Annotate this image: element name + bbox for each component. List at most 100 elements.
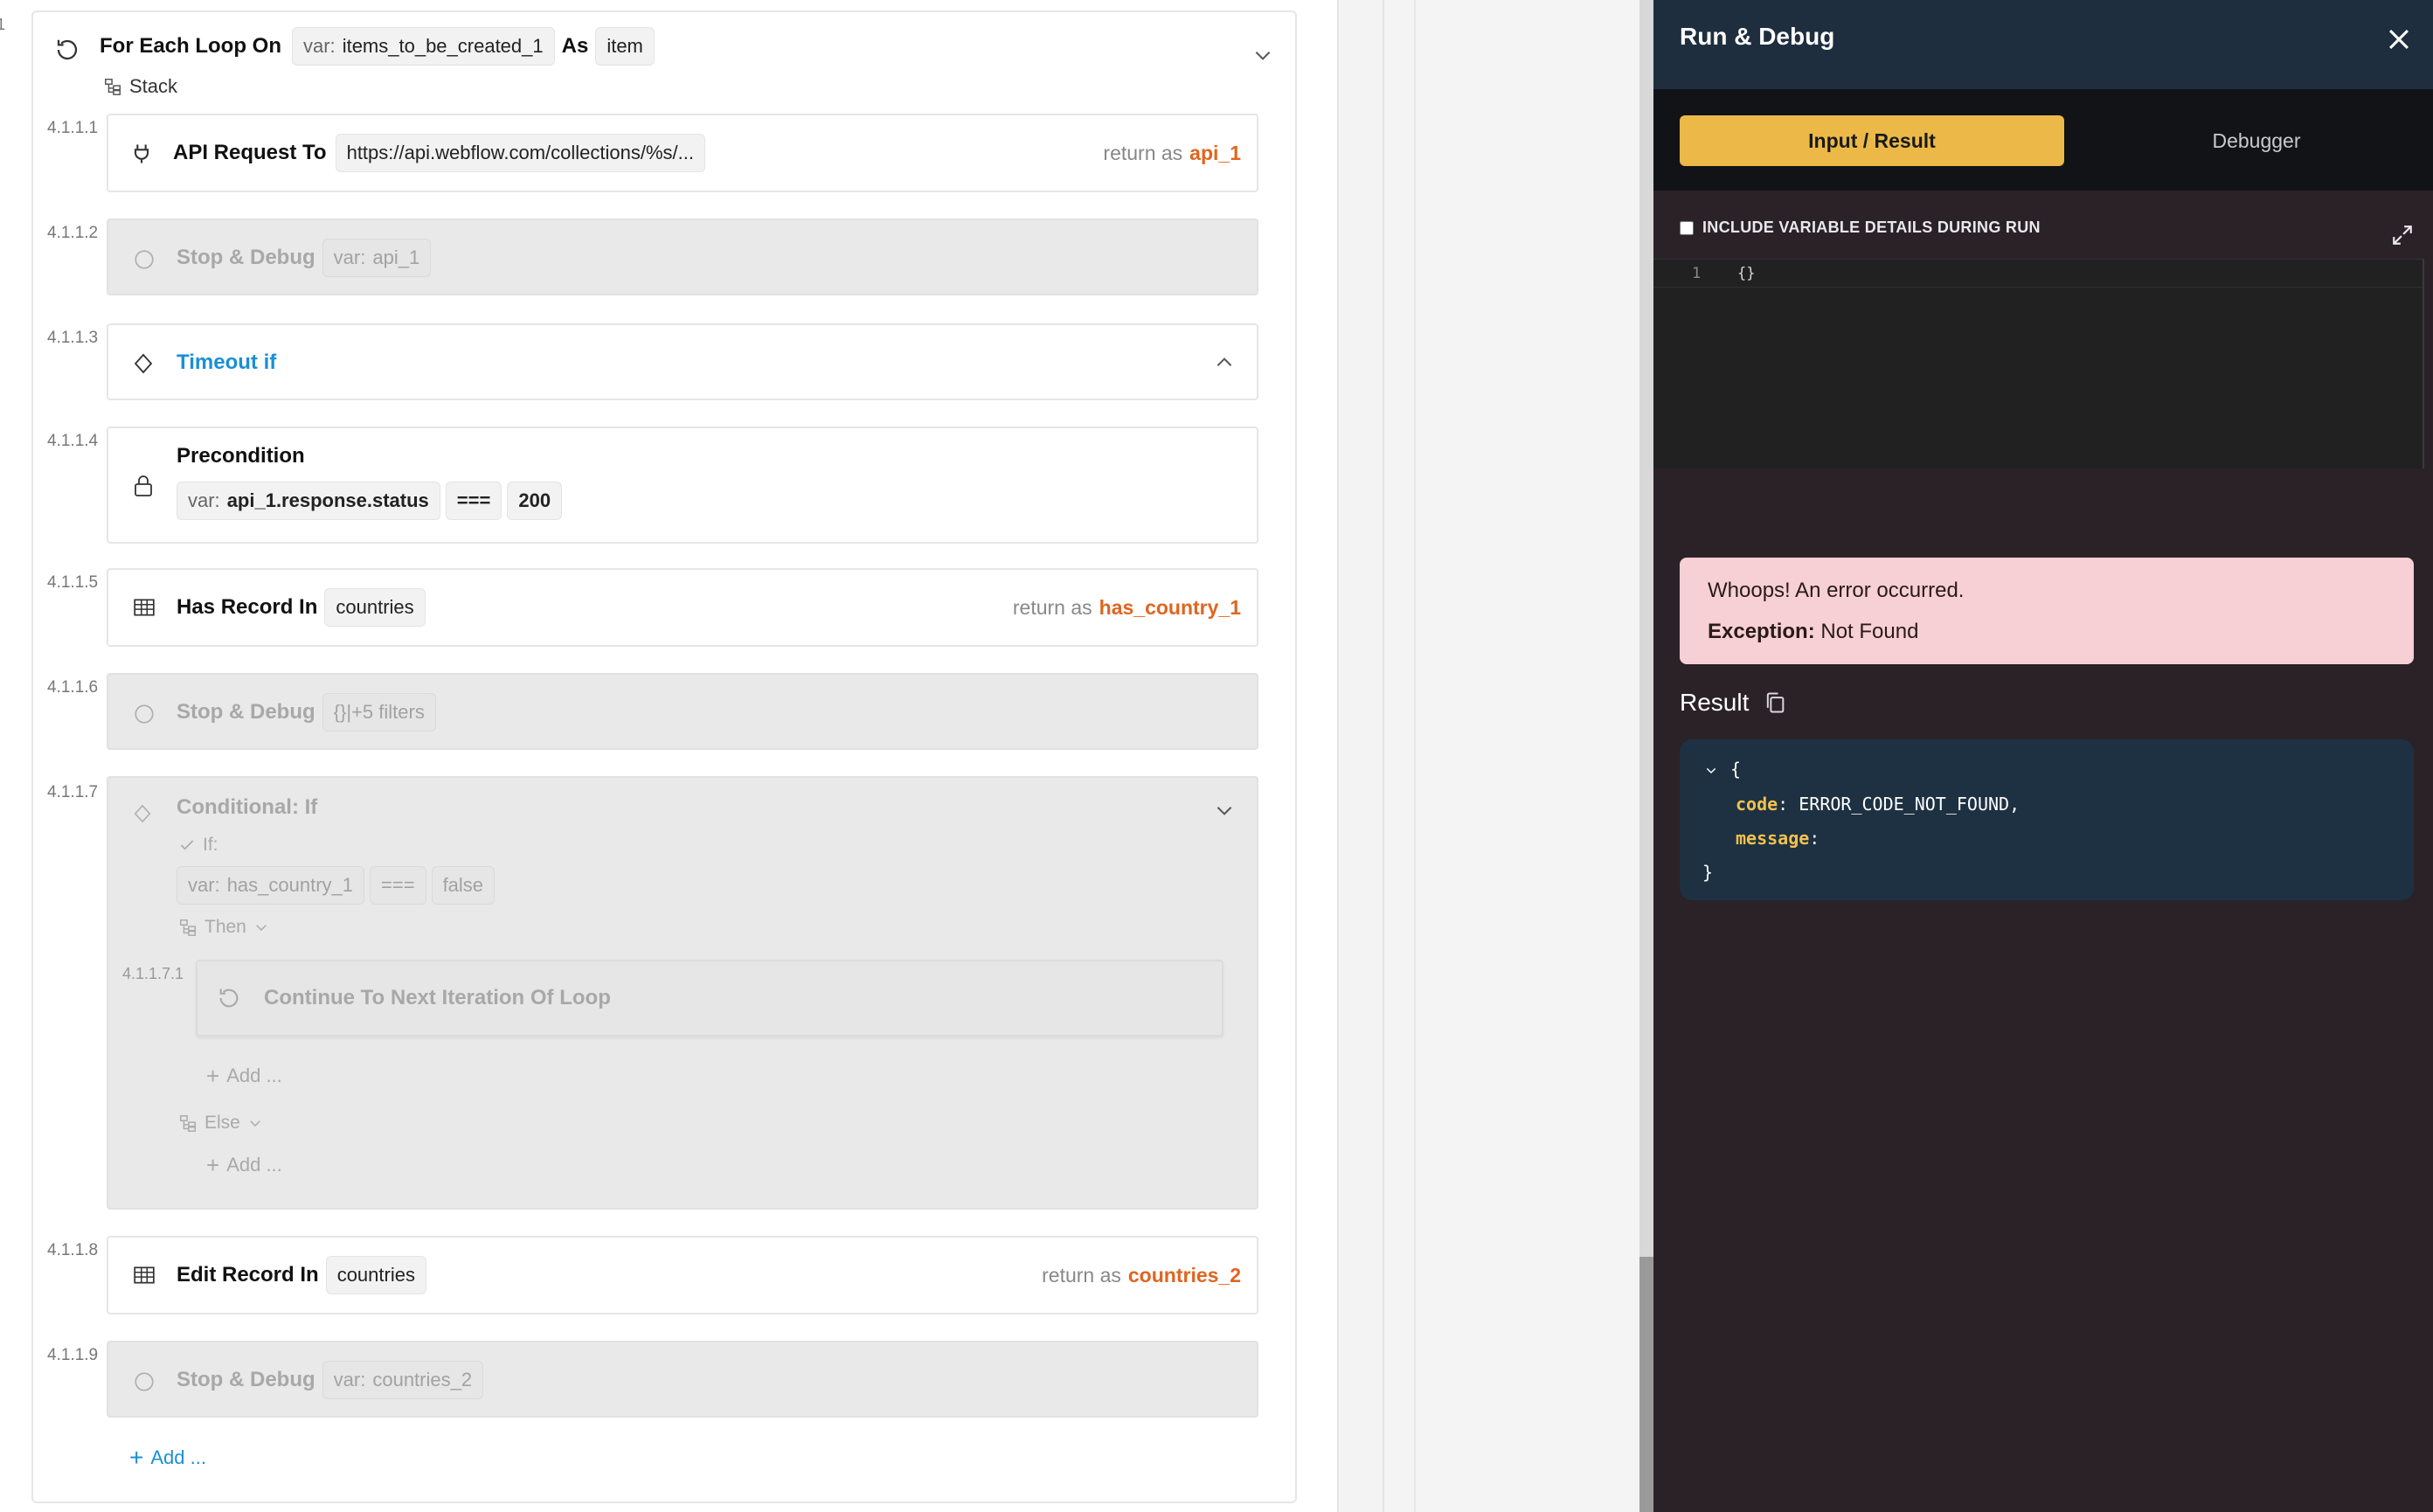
stop-debug-step[interactable]: Stop & Debug {}|+5 filters (107, 673, 1258, 750)
panel-title: Run & Debug (1680, 23, 1835, 50)
if-label: If: (203, 835, 218, 855)
close-icon[interactable] (2384, 24, 2414, 54)
chevron-down-icon[interactable] (1251, 44, 1274, 66)
step-number: 4.1.1.5 (47, 573, 99, 592)
continue-loop-step[interactable]: Continue To Next Iteration Of Loop (196, 960, 1223, 1037)
error-alert: Whoops! An error occurred. Exception: No… (1680, 558, 2414, 664)
loop-icon (57, 39, 78, 60)
json-value: ERROR_CODE_NOT_FOUND, (1799, 794, 2021, 815)
tab-debugger[interactable]: Debugger (2125, 115, 2388, 166)
var-name: api_1 (372, 246, 420, 268)
conditional-if-step[interactable]: Conditional: If If: var: has_country_1 =… (107, 776, 1258, 1210)
step-title: Has Record In (177, 595, 318, 619)
plus-icon: + (206, 1151, 220, 1178)
add-label: Add ... (226, 1065, 282, 1086)
json-open-line: { (1702, 759, 1741, 780)
return-as: return as has_country_1 (1013, 570, 1241, 645)
stop-debug-step[interactable]: Stop & Debug var: api_1 (107, 218, 1258, 295)
circle-icon (135, 250, 154, 269)
lock-icon (135, 475, 152, 496)
error-message: Whoops! An error occurred. (1708, 579, 1965, 602)
has-record-step[interactable]: Has Record In countries return as has_co… (107, 568, 1258, 647)
then-branch-toggle[interactable]: Then (178, 912, 269, 942)
return-label: return as (1042, 1263, 1121, 1287)
loop-item-pill[interactable]: item (595, 27, 655, 66)
result-json-view[interactable]: { code: ERROR_CODE_NOT_FOUND, message: } (1680, 739, 2414, 900)
panel-header: Run & Debug (1653, 0, 2433, 89)
var-prefix: var: (333, 246, 366, 268)
step-title: Stop & Debug (177, 700, 315, 724)
else-branch-toggle[interactable]: Else (178, 1108, 263, 1138)
table-pill[interactable]: countries (324, 588, 426, 627)
return-as: return as api_1 (1103, 115, 1241, 191)
var-name: countries_2 (372, 1369, 473, 1391)
return-variable[interactable]: countries_2 (1128, 1264, 1241, 1287)
step-title[interactable]: Timeout if (177, 350, 276, 375)
var-pill[interactable]: var: api_1.response.status (177, 482, 440, 520)
chevron-down-icon (250, 1120, 260, 1127)
var-name: api_1.response.status (226, 489, 429, 511)
timeout-if-step[interactable]: Timeout if (107, 323, 1258, 400)
table-icon (134, 599, 155, 616)
branch-icon (180, 919, 196, 936)
add-step-button[interactable]: + Add ... (129, 1444, 206, 1472)
circle-icon (135, 704, 154, 724)
return-variable[interactable]: api_1 (1189, 142, 1241, 165)
url-pill[interactable]: https://api.webflow.com/collections/%s/.… (335, 134, 705, 172)
plus-icon: + (206, 1062, 220, 1089)
plug-icon (134, 144, 149, 163)
chevron-up-icon[interactable] (1213, 351, 1236, 374)
var-pill[interactable]: var: has_country_1 (177, 866, 365, 905)
json-key: code (1736, 794, 1778, 815)
add-step-link[interactable]: + Add ... (206, 1152, 282, 1178)
copy-icon[interactable] (1763, 690, 1787, 715)
value-pill[interactable]: false (431, 866, 496, 905)
then-label: Then (204, 917, 246, 937)
scrollbar-thumb[interactable] (1639, 1257, 1653, 1512)
step-title: Precondition (177, 444, 305, 468)
chevron-down-icon[interactable] (1702, 764, 1720, 778)
step-title: Stop & Debug (177, 246, 315, 269)
step-title: API Request To (173, 141, 327, 164)
return-variable[interactable]: has_country_1 (1099, 596, 1241, 620)
var-prefix: var: (188, 489, 220, 511)
json-code-line: code: ERROR_CODE_NOT_FOUND, (1736, 794, 2021, 815)
check-icon (180, 840, 194, 850)
step-number: 4.1.1.8 (47, 1241, 99, 1259)
circle-icon (135, 1372, 154, 1391)
chevron-down-icon[interactable] (1213, 799, 1236, 822)
add-step-link[interactable]: + Add ... (206, 1063, 282, 1089)
stack-label: Stack (129, 75, 178, 97)
tab-input-result[interactable]: Input / Result (1680, 115, 2064, 166)
precondition-step[interactable]: Precondition var: api_1.response.status … (107, 427, 1258, 544)
value-pill[interactable]: 200 (507, 482, 563, 520)
step-number: 4.1.1.9 (47, 1346, 99, 1364)
edit-record-step[interactable]: Edit Record In countries return as count… (107, 1236, 1258, 1314)
var-pill[interactable]: var: countries_2 (322, 1361, 484, 1399)
include-vars-checkbox[interactable] (1680, 220, 1694, 235)
step-number: 4.1.1.4 (47, 432, 99, 450)
step-number: 4.1.1.1 (47, 119, 99, 137)
run-debug-panel: Run & Debug Input / Result Debugger INCL… (1653, 0, 2433, 1512)
return-label: return as (1012, 595, 1092, 619)
loop-variable-pill[interactable]: var: items_to_be_created_1 (292, 27, 555, 66)
json-message-line: message: (1736, 828, 1820, 849)
input-code-editor[interactable]: 1 {} (1653, 259, 2424, 468)
operator-pill[interactable]: === (445, 482, 503, 520)
table-pill[interactable]: countries (325, 1256, 426, 1294)
stop-debug-step[interactable]: Stop & Debug var: countries_2 (107, 1341, 1258, 1418)
expand-icon[interactable] (2391, 224, 2414, 246)
var-pill[interactable]: var: api_1 (322, 239, 432, 277)
api-request-step[interactable]: API Request To https://api.webflow.com/c… (107, 114, 1258, 192)
filters-pill[interactable]: {}|+5 filters (322, 693, 436, 732)
plus-icon: + (129, 1444, 144, 1471)
include-vars-option[interactable]: INCLUDE VARIABLE DETAILS DURING RUN (1680, 218, 2041, 237)
step-number: 4.1.1.7.1 (122, 965, 184, 982)
workflow-editor: 1 For Each Loop On var: items_to_be_crea… (0, 0, 1339, 1512)
canvas-background (1418, 0, 1639, 1512)
error-exception: Exception: Not Found (1708, 620, 1918, 644)
operator-pill[interactable]: === (370, 866, 426, 905)
code-content[interactable]: {} (1737, 265, 1755, 282)
step-number: 4.1.1.2 (47, 224, 99, 242)
step-number: 4.1.1.6 (47, 678, 99, 697)
